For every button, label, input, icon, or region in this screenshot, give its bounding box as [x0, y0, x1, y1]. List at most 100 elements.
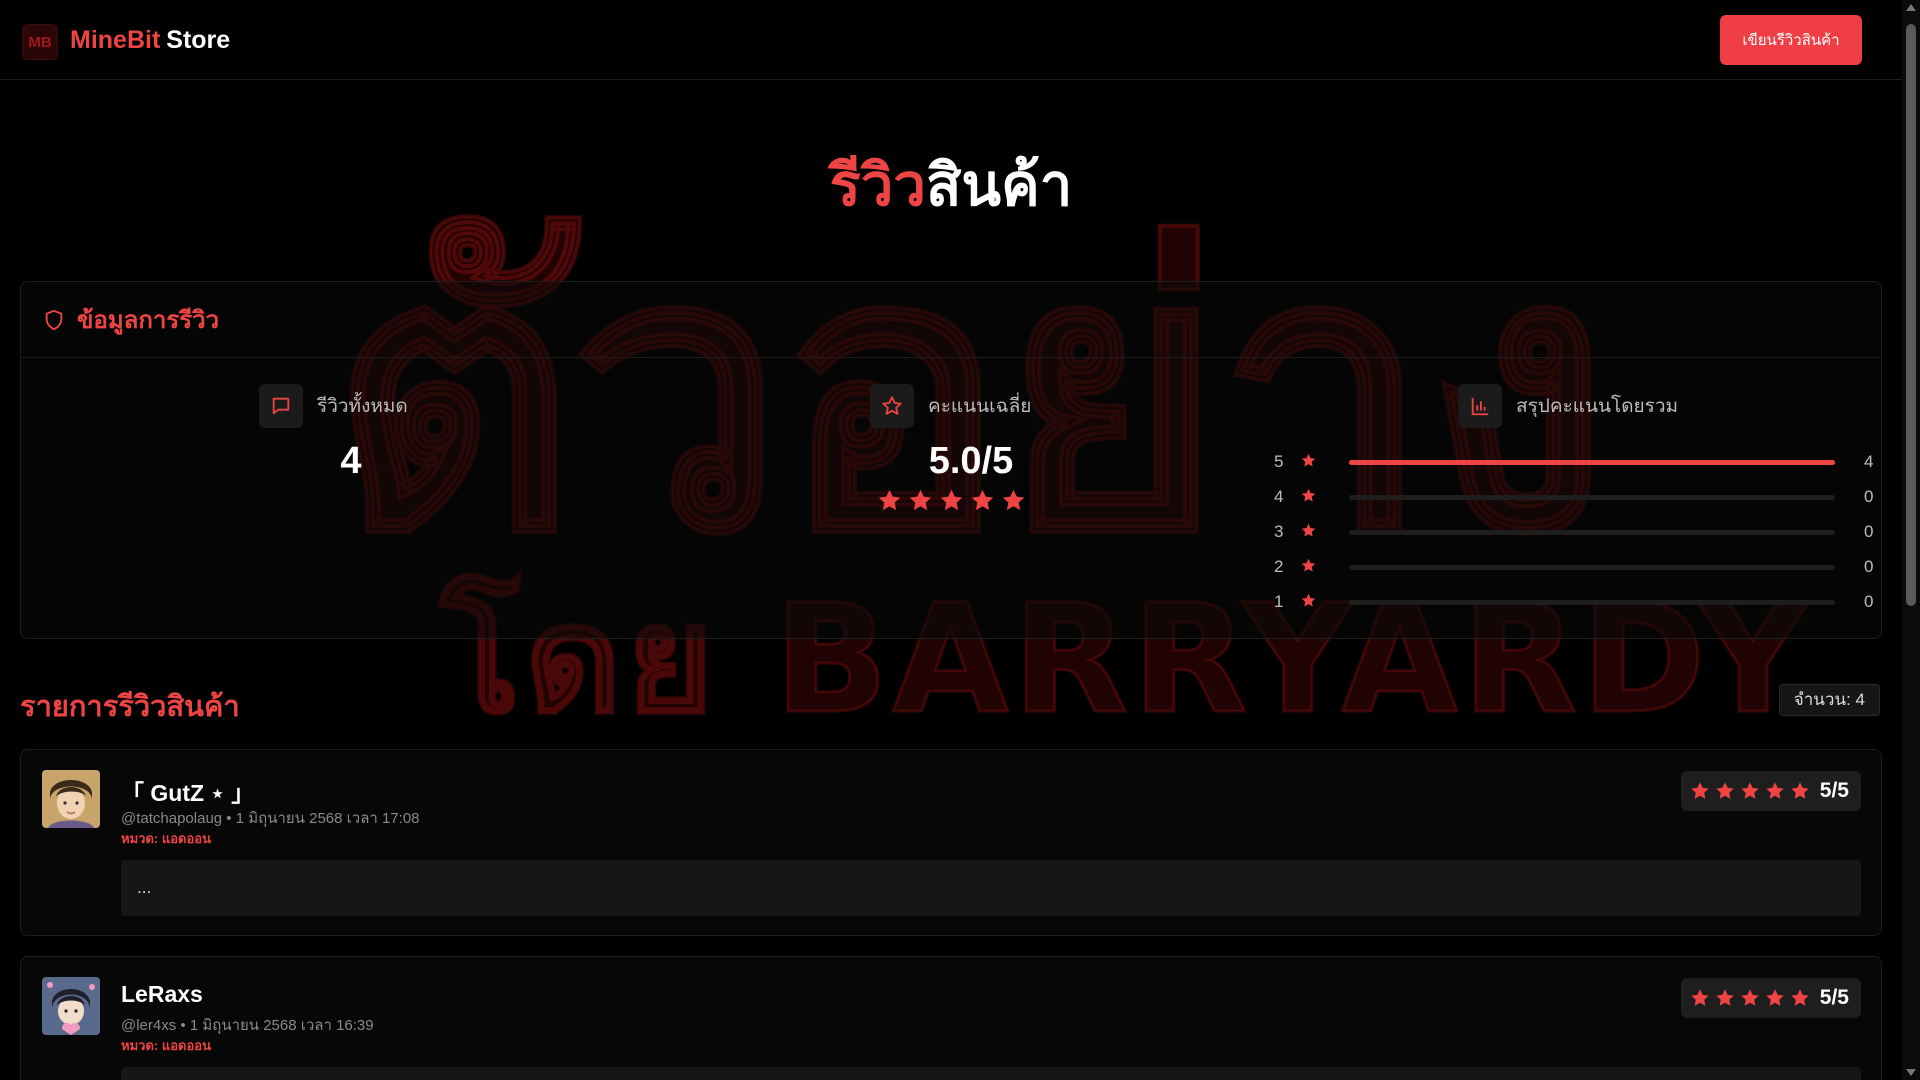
total-reviews-label: รีวิวทั้งหมด — [317, 396, 408, 417]
review-rating-badge: 5/5 — [1680, 978, 1861, 1018]
distribution-star-level: 5 — [1274, 452, 1284, 471]
page-scrollbar[interactable] — [1902, 0, 1920, 1080]
distribution-star — [1300, 557, 1317, 579]
review-date: 1 มิถุนายน 2568 เวลา 16:39 — [189, 1017, 374, 1034]
star-icon — [1741, 782, 1759, 799]
review-text: ... — [121, 860, 1861, 916]
total-reviews-value: 4 — [340, 440, 362, 482]
review-category: หมวด: แอดออน — [121, 831, 211, 846]
star-icon — [1691, 782, 1709, 799]
info-card-header: ข้อมูลการรีวิว — [21, 282, 1881, 358]
distribution-row: 40 — [1274, 481, 1874, 516]
review-category: หมวด: แอดออน — [121, 1038, 211, 1053]
chat-bubble-icon — [259, 384, 303, 428]
total-reviews-label-row: รีวิวทั้งหมด — [259, 384, 408, 428]
distribution-row: 54 — [1274, 446, 1874, 481]
reviewer-handle[interactable]: @tatchapolaug — [121, 810, 222, 827]
star-icon — [1766, 782, 1784, 799]
scroll-down-arrow-icon[interactable] — [1906, 1069, 1916, 1076]
distribution-star — [1300, 487, 1317, 509]
review-rating-badge: 5/5 — [1680, 771, 1861, 811]
write-review-button[interactable]: เขียนรีวิวสินค้า — [1720, 15, 1862, 65]
info-card-heading: ข้อมูลการรีวิว — [77, 307, 220, 334]
average-rating-stars — [876, 487, 1027, 514]
page-title: รีวิวสินค้า — [0, 138, 1902, 231]
review-info-card: ข้อมูลการรีวิว รีวิวทั้งหมด 4 คะแนนเฉลี่… — [20, 281, 1882, 639]
review-score: 5/5 — [1819, 779, 1849, 802]
star-icon — [1741, 989, 1759, 1006]
star-icon — [1716, 782, 1734, 799]
review-list-title: รายการรีวิวสินค้า — [20, 691, 240, 723]
distribution-star — [1300, 452, 1317, 474]
distribution-bar-track — [1349, 565, 1835, 570]
distribution-count: 0 — [1864, 522, 1874, 541]
average-rating-label-row: คะแนนเฉลี่ย — [870, 384, 1031, 428]
review-rating-stars — [1689, 987, 1811, 1009]
avatar[interactable] — [42, 977, 100, 1035]
reviewer-name: 「 GutZ ⋆ 」 — [121, 780, 255, 806]
distribution-star-level: 4 — [1274, 487, 1284, 506]
star-icon — [1766, 989, 1784, 1006]
distribution-star-level: 1 — [1274, 592, 1284, 611]
distribution-row: 20 — [1274, 551, 1874, 586]
star-icon — [1791, 989, 1809, 1006]
distribution-star-level: 3 — [1274, 522, 1284, 541]
review-score: 5/5 — [1819, 986, 1849, 1009]
page-title-red: รีวิว — [829, 153, 926, 218]
brand-logo[interactable]: MB — [22, 24, 58, 60]
distribution-bar-track — [1349, 460, 1835, 465]
star-icon — [1301, 488, 1316, 502]
rating-distribution: 5440302010 — [1274, 446, 1874, 621]
review-rating-stars — [1689, 780, 1811, 802]
reviewer-handle[interactable]: @ler4xs — [121, 1017, 176, 1034]
distribution-bar-track — [1349, 530, 1835, 535]
star-icon — [909, 489, 932, 511]
star-icon — [878, 489, 901, 511]
review-meta: @tatchapolaug • 1 มิถุนายน 2568 เวลา 17:… — [121, 810, 420, 827]
scrollbar-thumb[interactable] — [1906, 24, 1916, 606]
review-card: 「 GutZ ⋆ 」 @tatchapolaug • 1 มิถุนายน 25… — [20, 749, 1882, 936]
summary-label: สรุปคะแนนโดยรวม — [1516, 396, 1679, 417]
brand-name[interactable]: MineBit Store — [70, 24, 230, 56]
star-icon — [1002, 489, 1025, 511]
review-date: 1 มิถุนายน 2568 เวลา 17:08 — [235, 810, 420, 827]
distribution-star — [1300, 592, 1317, 614]
star-icon — [1301, 453, 1316, 467]
average-rating-label: คะแนนเฉลี่ย — [928, 396, 1032, 417]
review-meta: @ler4xs • 1 มิถุนายน 2568 เวลา 16:39 — [121, 1017, 374, 1034]
distribution-star-level: 2 — [1274, 557, 1284, 576]
star-outline-icon — [870, 384, 914, 428]
review-card: LeRaxs @ler4xs • 1 มิถุนายน 2568 เวลา 16… — [20, 956, 1882, 1080]
page-title-white: สินค้า — [925, 153, 1073, 218]
top-navbar: MB MineBit Store เขียนรีวิวสินค้า — [0, 0, 1902, 80]
distribution-bar-track — [1349, 600, 1835, 605]
brand-name-second: Store — [166, 26, 231, 54]
distribution-row: 30 — [1274, 516, 1874, 551]
average-rating-value: 5.0/5 — [928, 440, 1014, 482]
star-icon — [1301, 593, 1316, 607]
reviewer-name: LeRaxs — [121, 981, 203, 1007]
star-icon — [1301, 558, 1316, 572]
review-text — [121, 1067, 1861, 1080]
distribution-count: 0 — [1864, 487, 1874, 506]
distribution-row: 10 — [1274, 586, 1874, 621]
bar-chart-icon — [1458, 384, 1502, 428]
star-icon — [1791, 782, 1809, 799]
distribution-star — [1300, 522, 1317, 544]
shield-icon — [45, 309, 63, 330]
summary-label-row: สรุปคะแนนโดยรวม — [1458, 384, 1678, 428]
avatar[interactable] — [42, 770, 100, 828]
star-icon — [940, 489, 963, 511]
distribution-count: 4 — [1864, 452, 1874, 471]
star-icon — [1716, 989, 1734, 1006]
star-icon — [971, 489, 994, 511]
star-icon — [1691, 989, 1709, 1006]
brand-name-first: MineBit — [70, 26, 161, 54]
review-count-badge: จำนวน: 4 — [1778, 684, 1880, 716]
scroll-up-arrow-icon[interactable] — [1906, 4, 1916, 11]
distribution-bar-fill — [1349, 460, 1835, 465]
star-icon — [1301, 523, 1316, 537]
distribution-count: 0 — [1864, 592, 1874, 611]
distribution-bar-track — [1349, 495, 1835, 500]
distribution-count: 0 — [1864, 557, 1874, 576]
